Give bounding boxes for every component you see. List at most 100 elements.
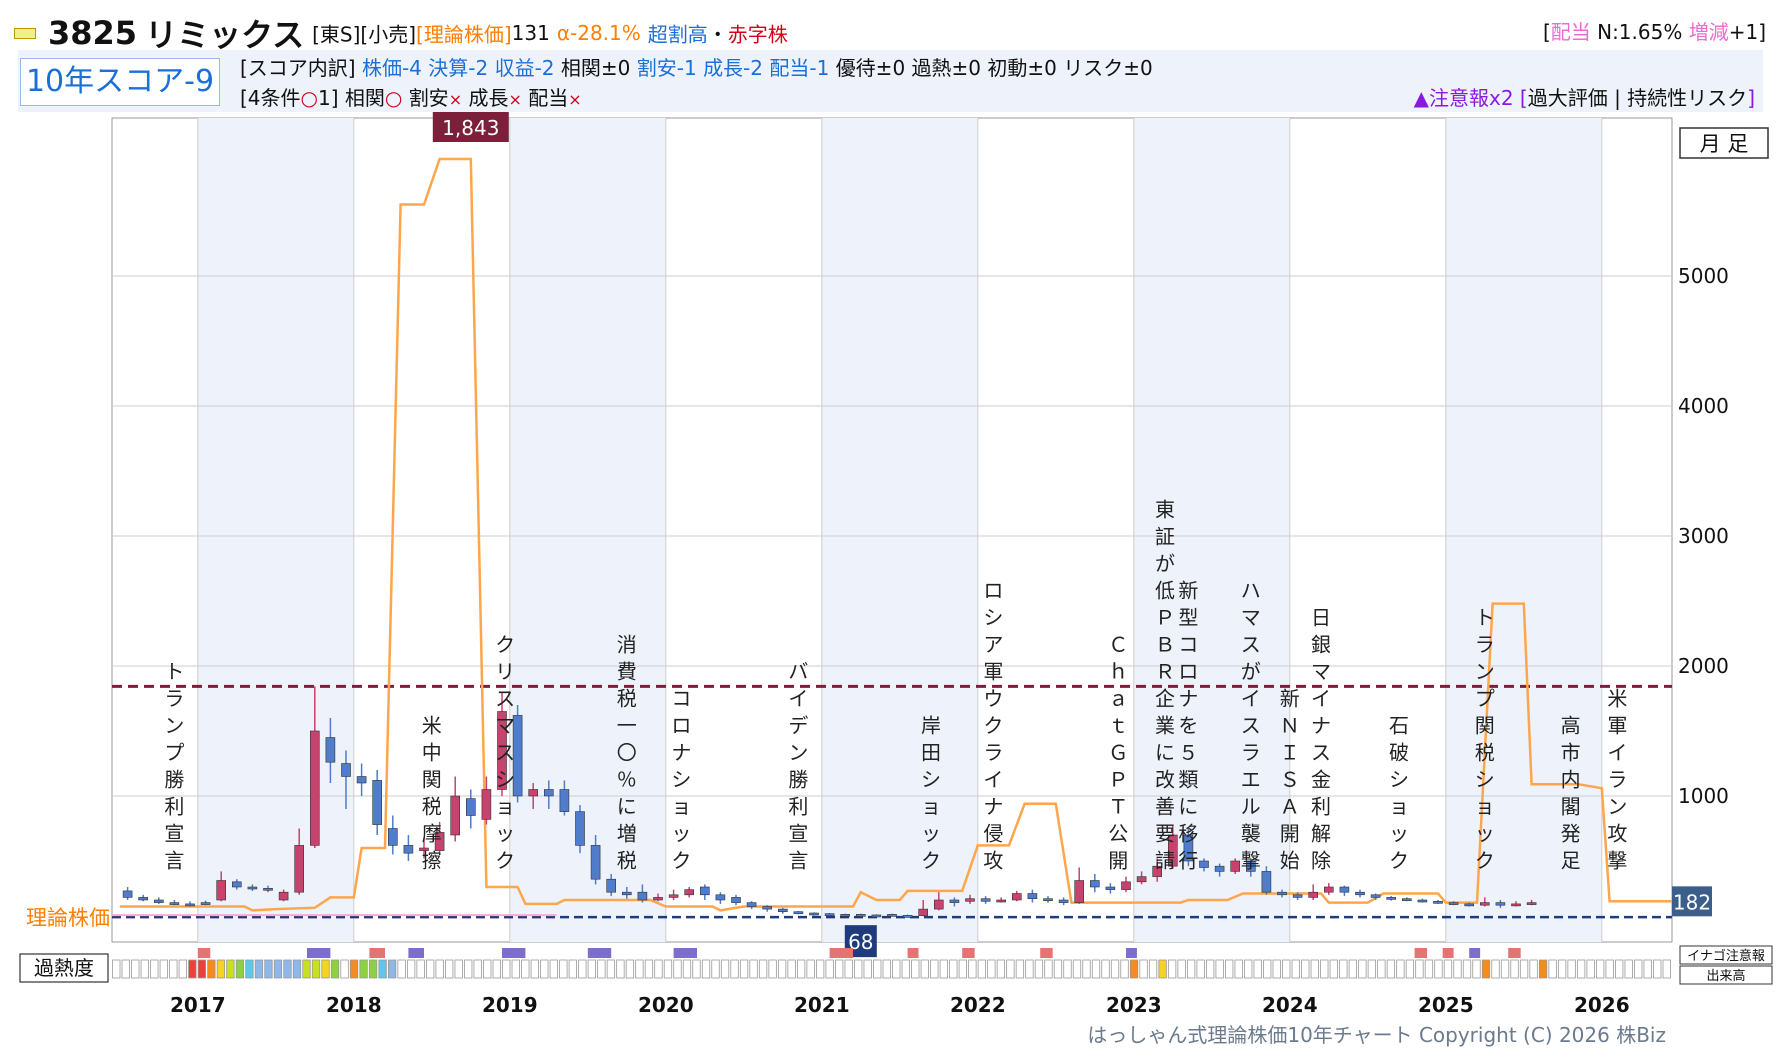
candle-body[interactable] — [1433, 900, 1443, 904]
candle-body[interactable] — [1105, 886, 1116, 890]
candle-body[interactable] — [559, 789, 570, 812]
candle-body[interactable] — [777, 908, 788, 912]
candle-body[interactable] — [902, 915, 913, 918]
candle-body[interactable] — [1090, 880, 1100, 888]
candle-body[interactable] — [1464, 903, 1474, 907]
candle-body[interactable] — [543, 789, 554, 797]
candle-body[interactable] — [1370, 894, 1381, 898]
candle-body[interactable] — [1308, 891, 1318, 898]
candle-body[interactable] — [372, 780, 383, 825]
candle-body[interactable] — [1199, 860, 1209, 868]
candle-body[interactable] — [294, 845, 305, 893]
candle-body[interactable] — [1214, 865, 1225, 872]
candle-body[interactable] — [575, 811, 585, 846]
candle-body[interactable] — [356, 776, 367, 784]
score-profit: 収益-2 — [494, 56, 555, 80]
candle-body[interactable] — [949, 899, 960, 903]
candle-body[interactable] — [653, 897, 663, 901]
score-box[interactable]: 10年スコア-9 — [20, 58, 220, 106]
memo-icon[interactable] — [14, 27, 36, 39]
candle-body[interactable] — [200, 902, 211, 905]
candle-body[interactable] — [1230, 860, 1240, 872]
valuation-sep: ・ — [707, 22, 728, 47]
candle-body[interactable] — [1495, 902, 1506, 906]
candle-body[interactable] — [762, 906, 773, 910]
overheat-cell — [121, 959, 130, 979]
candle-body[interactable] — [1261, 871, 1272, 893]
candle-body[interactable] — [980, 898, 991, 902]
overheat-cell — [1557, 959, 1567, 979]
candle-body[interactable] — [169, 902, 180, 905]
candle-body[interactable] — [403, 845, 414, 854]
candle-body[interactable] — [746, 902, 757, 907]
candle-body[interactable] — [1058, 899, 1069, 903]
candle-body[interactable] — [1402, 898, 1412, 902]
candle-body[interactable] — [387, 828, 398, 846]
candle-body[interactable] — [138, 897, 148, 901]
candle-body[interactable] — [1011, 893, 1022, 901]
candle-body[interactable] — [871, 914, 882, 918]
candle-body[interactable] — [1121, 881, 1131, 890]
candle-body[interactable] — [1339, 886, 1350, 893]
candle-body[interactable] — [247, 886, 258, 890]
warning-label[interactable]: ▲注意報x2 — [1414, 86, 1514, 110]
candle-body[interactable] — [684, 889, 695, 896]
candle-body[interactable] — [887, 913, 897, 917]
event-label: コロナショック — [671, 687, 691, 873]
candle-body[interactable] — [325, 737, 336, 763]
candle-body[interactable] — [590, 845, 601, 880]
candle-body[interactable] — [965, 898, 975, 902]
candle-body[interactable] — [637, 891, 648, 901]
candle-body[interactable] — [1027, 893, 1038, 899]
candle-body[interactable] — [668, 894, 679, 898]
candle-body[interactable] — [481, 789, 492, 820]
candle-body[interactable] — [278, 891, 289, 901]
candle-body[interactable] — [824, 913, 835, 916]
candle-body[interactable] — [809, 912, 819, 916]
candle-body[interactable] — [1386, 897, 1396, 900]
candle-body[interactable] — [840, 913, 851, 917]
candle-body[interactable] — [606, 878, 617, 893]
candle-body[interactable] — [1355, 891, 1365, 896]
year-band — [197, 118, 354, 942]
candle-body[interactable] — [1074, 880, 1084, 903]
overheat-cell — [406, 959, 416, 979]
candle-body[interactable] — [699, 886, 710, 896]
candle-body[interactable] — [918, 908, 929, 916]
candle-body[interactable] — [996, 899, 1007, 903]
candle-body[interactable] — [1043, 898, 1053, 902]
overheat-cell — [844, 959, 853, 979]
candle-body[interactable] — [1448, 902, 1459, 905]
candle-body[interactable] — [793, 911, 804, 915]
candle-body[interactable] — [154, 899, 164, 903]
overheat-cell — [882, 959, 891, 979]
overheat-cell — [292, 959, 302, 979]
candle-body[interactable] — [528, 789, 539, 797]
candle-body[interactable] — [1417, 899, 1428, 903]
overheat-cell — [825, 959, 834, 979]
candle-body[interactable] — [122, 890, 133, 898]
candle-body[interactable] — [1480, 902, 1490, 906]
score-growth: 成長-2 — [703, 56, 764, 80]
candle-body[interactable] — [933, 899, 944, 910]
stock-code: 3825 — [48, 14, 138, 52]
candle-body[interactable] — [309, 730, 320, 846]
candle-body[interactable] — [1292, 894, 1303, 898]
candle-body[interactable] — [715, 894, 726, 901]
candle-body[interactable] — [855, 913, 866, 917]
candle-body[interactable] — [1324, 886, 1334, 893]
candle-body[interactable] — [621, 891, 632, 896]
candle-body[interactable] — [1526, 902, 1537, 905]
candle-body[interactable] — [731, 897, 741, 903]
candle-body[interactable] — [216, 880, 226, 901]
candle-body[interactable] — [232, 881, 242, 888]
candle-body[interactable] — [263, 887, 273, 891]
candle-body[interactable] — [465, 798, 476, 816]
warning-close: ] — [1747, 86, 1755, 110]
candle-body[interactable] — [1277, 891, 1287, 896]
candle-body[interactable] — [450, 795, 461, 836]
candle-body[interactable] — [1136, 876, 1147, 883]
candle-body[interactable] — [185, 903, 195, 907]
candle-body[interactable] — [341, 763, 351, 777]
candle-body[interactable] — [1511, 903, 1521, 907]
